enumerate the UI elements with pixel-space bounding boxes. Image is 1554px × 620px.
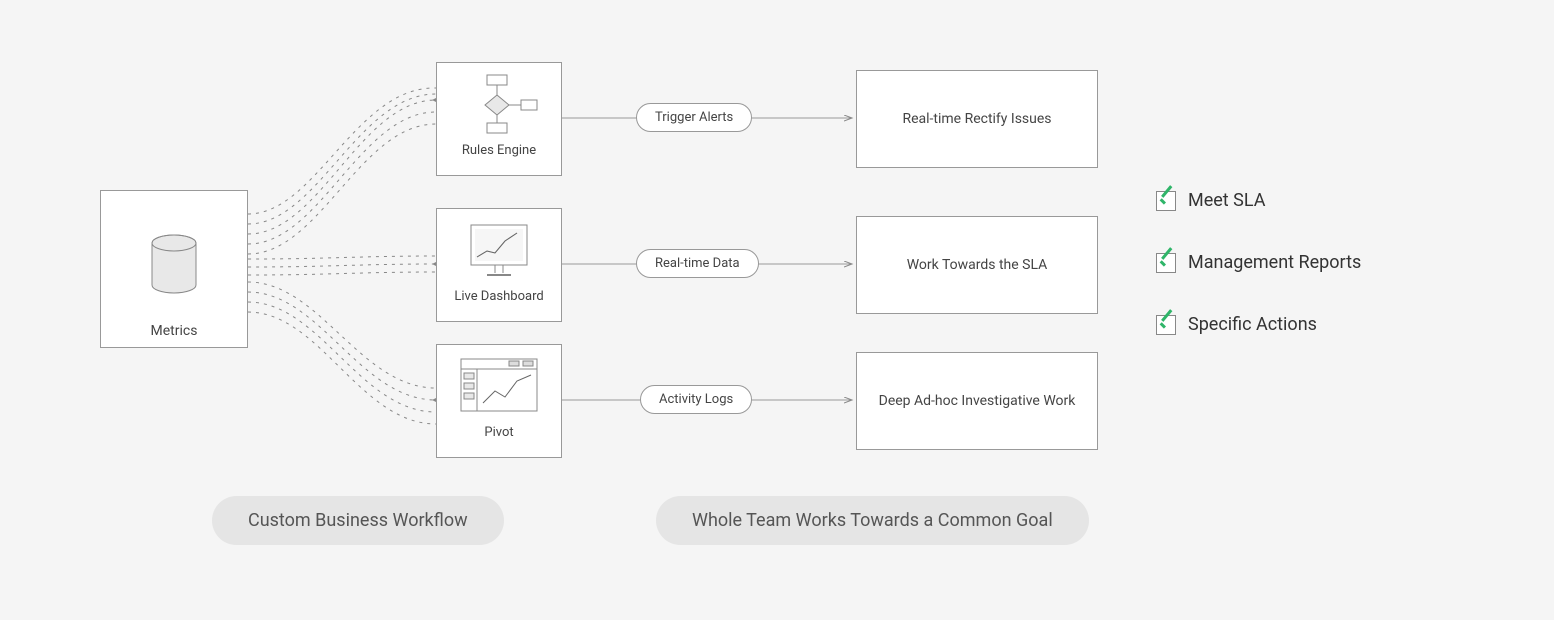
outcome-sla: Work Towards the SLA: [856, 216, 1098, 314]
check-label: Meet SLA: [1188, 190, 1265, 211]
check-management-reports: Management Reports: [1156, 252, 1361, 273]
live-dashboard-node: Live Dashboard: [436, 208, 562, 322]
caption-right: Whole Team Works Towards a Common Goal: [656, 496, 1089, 545]
pivot-node: Pivot: [436, 344, 562, 458]
check-label: Specific Actions: [1188, 314, 1317, 335]
check-specific-actions: Specific Actions: [1156, 314, 1317, 335]
checkmark-icon: [1156, 191, 1176, 211]
metrics-label: Metrics: [151, 323, 198, 339]
check-label: Management Reports: [1188, 252, 1361, 273]
metrics-source-box: Metrics: [100, 190, 248, 348]
pivot-window-icon: [457, 355, 541, 419]
rules-engine-node: Rules Engine: [436, 62, 562, 176]
pivot-label: Pivot: [484, 425, 513, 440]
trigger-alerts-pill: Trigger Alerts: [636, 103, 752, 132]
flowchart-icon: [459, 73, 539, 137]
check-meet-sla: Meet SLA: [1156, 190, 1265, 211]
monitor-chart-icon: [459, 219, 539, 283]
checkmark-icon: [1156, 315, 1176, 335]
outcome-adhoc: Deep Ad-hoc Investigative Work: [856, 352, 1098, 450]
outcome-rectify: Real-time Rectify Issues: [856, 70, 1098, 168]
live-dashboard-label: Live Dashboard: [454, 289, 543, 304]
checkmark-icon: [1156, 253, 1176, 273]
rules-engine-label: Rules Engine: [462, 143, 536, 158]
realtime-data-pill: Real-time Data: [636, 249, 759, 278]
activity-logs-pill: Activity Logs: [640, 385, 752, 414]
caption-left: Custom Business Workflow: [212, 496, 504, 545]
database-icon: [146, 233, 202, 305]
